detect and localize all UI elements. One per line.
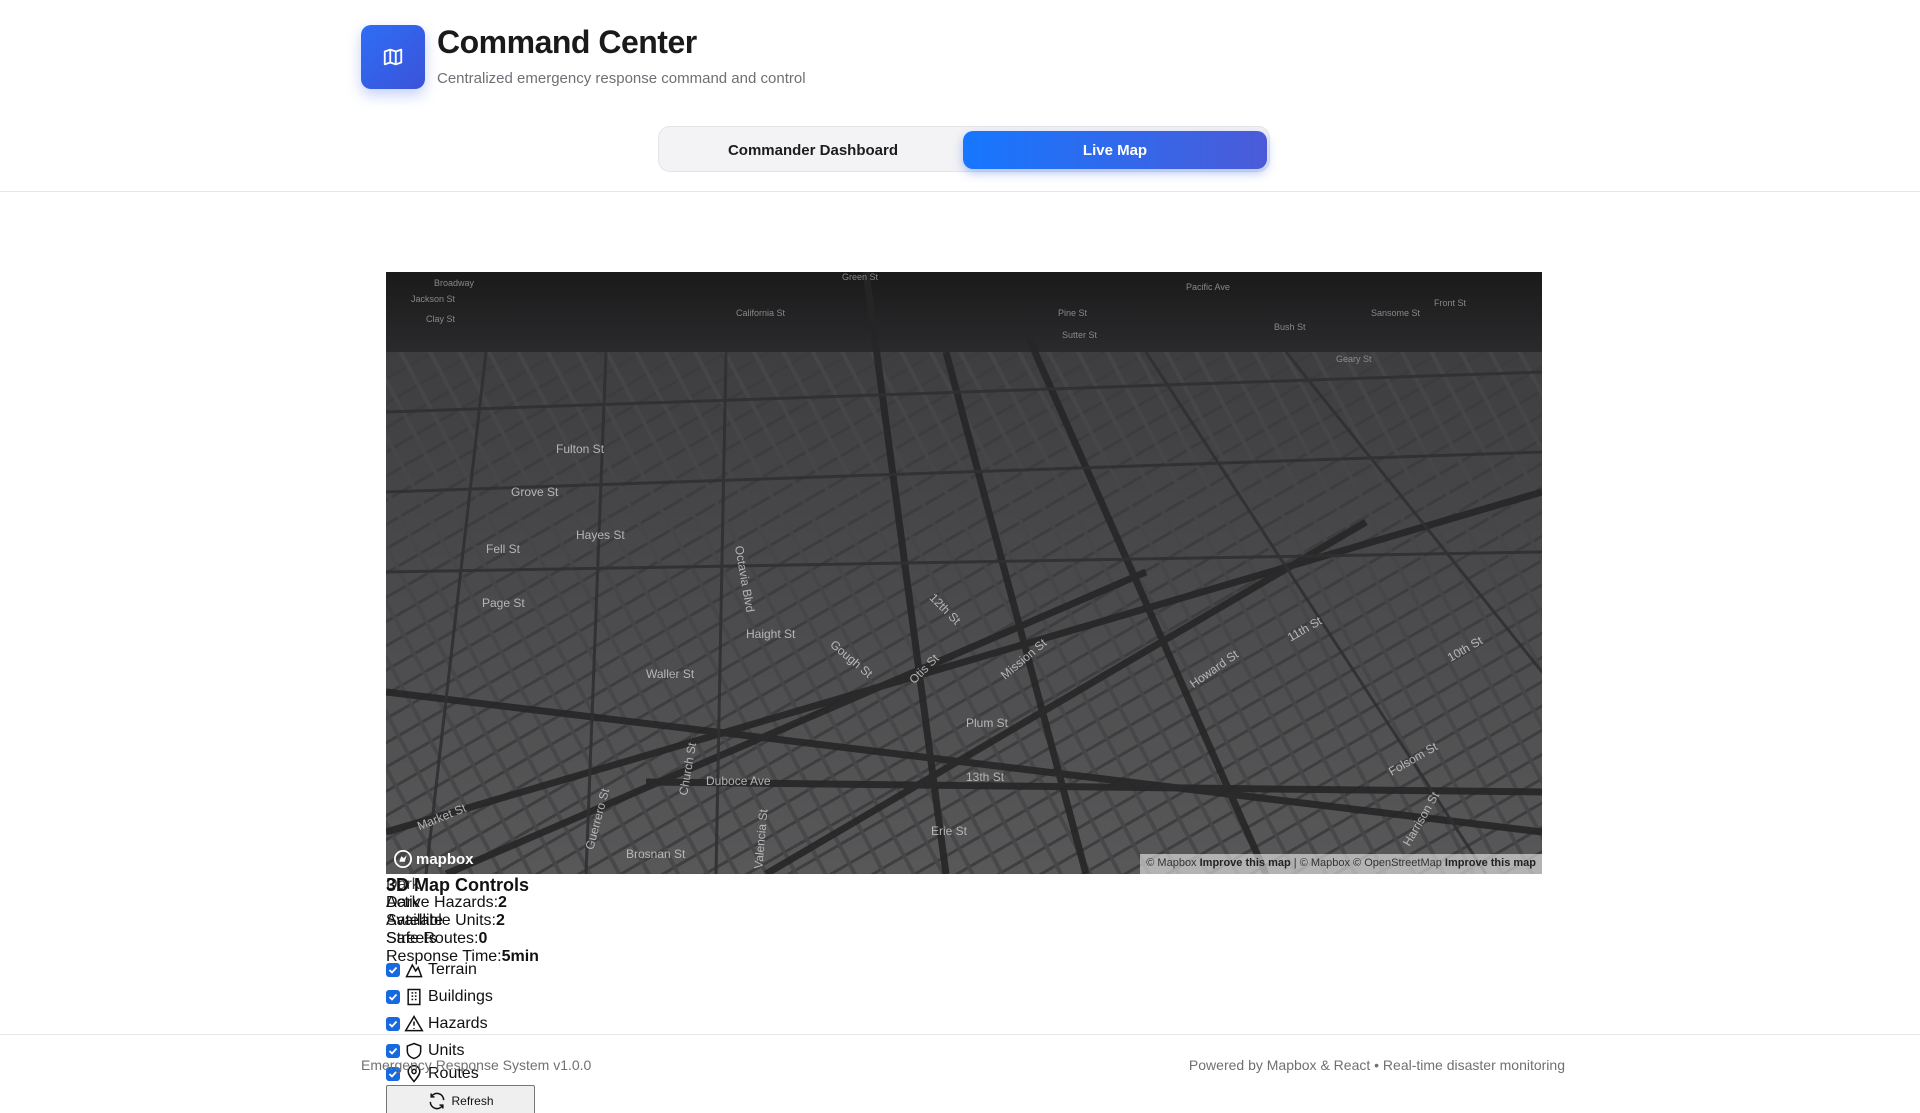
attribution-mapbox[interactable]: © Mapbox — [1146, 857, 1196, 869]
layer-label: Hazards — [428, 1015, 488, 1032]
check-icon — [388, 993, 398, 1001]
stat-available-units: Available Units:2 — [386, 912, 505, 930]
check-icon — [388, 1020, 398, 1028]
footer-credits: Powered by Mapbox & React • Real-time di… — [1188, 1057, 1565, 1073]
stat-safe-routes: Safe Routes:0 — [386, 930, 487, 948]
street-label: Jackson St — [411, 294, 456, 304]
page-title: Command Center — [437, 24, 697, 60]
stat-value: 2 — [495, 912, 505, 929]
street-label: Erie St — [931, 824, 968, 838]
map-attribution: © Mapbox Improve this map | © Mapbox © O… — [1140, 854, 1542, 874]
building-icon — [407, 988, 421, 1006]
checkbox-hazards[interactable] — [386, 1017, 400, 1031]
mapbox-logo-text: mapbox — [416, 850, 474, 868]
checkbox-buildings[interactable] — [386, 990, 400, 1004]
street-label: Green St — [842, 272, 879, 282]
street-label: Plum St — [966, 716, 1009, 730]
mapbox-logo[interactable]: mapbox — [394, 850, 474, 868]
map-icon — [383, 48, 403, 66]
street-label: Front St — [1434, 298, 1467, 308]
stat-label: Available Units: — [386, 912, 496, 929]
street-label: Clay St — [426, 314, 456, 324]
street-label: Haight St — [746, 627, 796, 641]
tab-commander-dashboard[interactable]: Commander Dashboard — [663, 131, 963, 169]
street-label: Bush St — [1274, 322, 1306, 332]
improve-map-link[interactable]: Improve this map — [1445, 857, 1536, 869]
layer-toggle-buildings[interactable]: Buildings — [386, 987, 493, 1007]
street-label: Geary St — [1336, 354, 1372, 364]
street-label: Fulton St — [556, 442, 605, 456]
stat-value: 5min — [501, 948, 539, 965]
view-tabs: Commander Dashboard Live Map — [658, 126, 1270, 172]
attribution-separator: | — [1293, 857, 1297, 869]
attribution-osm[interactable]: © Mapbox © OpenStreetMap — [1300, 857, 1442, 869]
street-label: Duboce Ave — [706, 774, 771, 788]
mountain-icon — [405, 963, 423, 978]
stat-label: Active Hazards: — [386, 894, 499, 911]
street-label: 13th St — [966, 770, 1005, 784]
page-subtitle: Centralized emergency response command a… — [437, 70, 806, 87]
app-header: Command Center Centralized emergency res… — [0, 0, 1920, 192]
street-label: Broadway — [434, 278, 475, 288]
layer-toggle-terrain[interactable]: Terrain — [386, 960, 477, 980]
street-label: Grove St — [511, 485, 559, 499]
tab-live-map[interactable]: Live Map — [963, 131, 1267, 169]
street-label: Waller St — [646, 667, 695, 681]
footer-version: Emergency Response System v1.0.0 — [361, 1057, 592, 1073]
warning-icon — [404, 1015, 424, 1032]
view-mode-dark[interactable]: Dark — [386, 876, 420, 894]
check-icon — [388, 966, 398, 974]
app-footer: Emergency Response System v1.0.0 Powered… — [0, 1034, 1920, 1113]
layer-label: Terrain — [428, 961, 477, 978]
app-logo — [361, 25, 425, 89]
street-label: Pacific Ave — [1186, 282, 1230, 292]
street-label: Page St — [482, 596, 525, 610]
street-label: Brosnan St — [626, 847, 686, 861]
improve-map-link[interactable]: Improve this map — [1200, 857, 1291, 869]
checkbox-terrain[interactable] — [386, 963, 400, 977]
street-label: Sansome St — [1371, 308, 1421, 318]
layer-toggle-hazards[interactable]: Hazards — [386, 1014, 488, 1034]
stat-value: 0 — [478, 930, 488, 947]
street-label: California St — [736, 308, 786, 318]
stat-label: Safe Routes: — [386, 930, 479, 947]
street-label: Fell St — [486, 542, 521, 556]
live-map[interactable]: Broadway Jackson St Clay St California S… — [386, 272, 1542, 874]
layer-label: Buildings — [428, 988, 493, 1005]
stat-active-hazards: Active Hazards:2 — [386, 894, 507, 912]
street-label: Hayes St — [576, 528, 625, 542]
stat-value: 2 — [498, 894, 507, 911]
street-label: Sutter St — [1062, 330, 1098, 340]
street-label: Pine St — [1058, 308, 1088, 318]
mapbox-logo-icon — [394, 850, 412, 868]
